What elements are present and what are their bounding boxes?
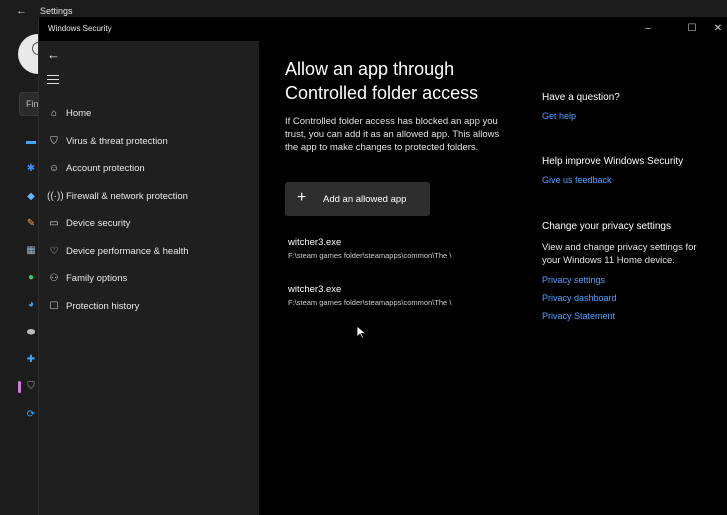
privacy-statement-link[interactable]: Privacy Statement: [542, 311, 615, 321]
home-icon: ⌂: [50, 108, 58, 119]
bluetooth-icon[interactable]: ✱: [25, 163, 37, 175]
menu-icon[interactable]: [47, 75, 59, 84]
privacy-heading: Change your privacy settings: [542, 221, 671, 232]
minimize-icon[interactable]: –: [639, 21, 657, 37]
page-title-line1: Allow an app through: [285, 59, 455, 79]
page-description: If Controlled folder access has blocked …: [285, 116, 500, 153]
shield-icon: ⛉: [50, 136, 58, 147]
page-title: Allow an app through Controlled folder a…: [285, 57, 525, 105]
sidebar-item-account[interactable]: ☺ Account protection: [39, 157, 259, 181]
personalization-icon[interactable]: ✎: [25, 218, 37, 230]
get-help-link[interactable]: Get help: [542, 111, 576, 121]
sidebar-item-virus-threat[interactable]: ⛉ Virus & threat protection: [39, 130, 259, 154]
improve-heading: Help improve Windows Security: [542, 156, 684, 167]
window-titlebar: Windows Security – ☐ ✕: [39, 17, 727, 41]
wireless-icon: ((·)): [47, 191, 64, 202]
maximize-icon[interactable]: ☐: [683, 21, 701, 37]
system-icon[interactable]: ▬: [25, 136, 37, 148]
sidebar-item-home[interactable]: ⌂ Home: [39, 102, 259, 126]
time-language-icon[interactable]: ◕: [25, 299, 37, 311]
add-allowed-app-label: Add an allowed app: [323, 194, 407, 205]
allowed-app-item[interactable]: witcher3.exe F:\steam games folder\steam…: [288, 284, 503, 307]
feedback-link[interactable]: Give us feedback: [542, 175, 612, 185]
windows-update-icon[interactable]: ⟳: [25, 409, 37, 421]
app-name: witcher3.exe: [288, 284, 342, 295]
close-icon[interactable]: ✕: [709, 21, 727, 37]
page-title-line2: Controlled folder access: [285, 83, 479, 103]
privacy-dashboard-link[interactable]: Privacy dashboard: [542, 293, 617, 303]
question-heading: Have a question?: [542, 92, 620, 103]
network-icon[interactable]: ◆: [25, 191, 37, 203]
heart-icon: ♡: [49, 246, 59, 257]
allowed-app-item[interactable]: witcher3.exe F:\steam games folder\steam…: [288, 237, 503, 260]
mouse-cursor-icon: [357, 326, 366, 339]
window-title: Windows Security: [48, 24, 112, 33]
sidebar-item-family[interactable]: ⚇ Family options: [39, 267, 259, 291]
privacy-settings-link[interactable]: Privacy settings: [542, 275, 605, 285]
accounts-icon[interactable]: ●: [25, 272, 37, 284]
app-path: F:\steam games folder\steamapps\common\T…: [288, 298, 452, 307]
add-allowed-app-button[interactable]: + Add an allowed app: [285, 182, 430, 216]
settings-title: Settings: [40, 6, 73, 16]
app-name: witcher3.exe: [288, 237, 342, 248]
privacy-security-icon[interactable]: ⛉: [25, 381, 37, 393]
settings-back-icon[interactable]: ←: [16, 5, 27, 17]
sidebar-item-firewall[interactable]: ((·)) Firewall & network protection: [39, 185, 259, 209]
settings-selection-indicator: [18, 381, 21, 393]
plus-icon: +: [297, 189, 307, 206]
apps-icon[interactable]: ▦: [25, 245, 37, 257]
gaming-icon[interactable]: ⬬: [25, 327, 37, 339]
privacy-text: View and change privacy settings for you…: [542, 242, 697, 266]
back-arrow-icon[interactable]: ←: [47, 47, 60, 62]
person-icon: ☺: [48, 163, 60, 174]
sidebar-item-protection-history[interactable]: ☐ Protection history: [39, 295, 259, 319]
sidebar: ← ⌂ Home ⛉ Virus & threat protection ☺ A…: [39, 41, 259, 515]
laptop-icon: ▭: [49, 218, 59, 229]
app-path: F:\steam games folder\steamapps\common\T…: [288, 251, 452, 260]
accessibility-icon[interactable]: ✚: [25, 354, 37, 366]
windows-security-window: Windows Security – ☐ ✕ ← ⌂ Home ⛉ Virus …: [38, 17, 727, 515]
history-icon: ☐: [49, 301, 59, 312]
sidebar-item-device-performance[interactable]: ♡ Device performance & health: [39, 240, 259, 264]
family-icon: ⚇: [49, 273, 59, 284]
sidebar-item-device-security[interactable]: ▭ Device security: [39, 212, 259, 236]
